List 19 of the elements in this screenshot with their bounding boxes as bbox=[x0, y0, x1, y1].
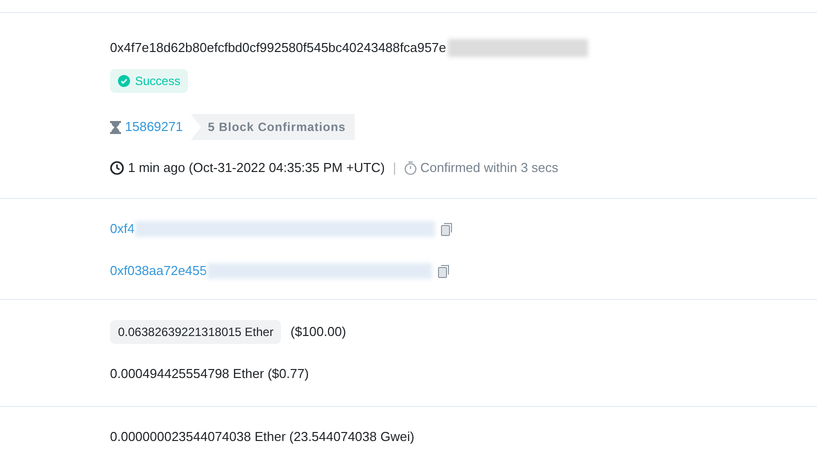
confirmations-badge: 5 Block Confirmations bbox=[190, 114, 355, 140]
check-circle-icon bbox=[118, 75, 130, 87]
clock-icon bbox=[110, 161, 124, 175]
hourglass-icon bbox=[110, 120, 121, 134]
value-badge: 0.06382639221318015 Ether bbox=[110, 320, 282, 344]
stopwatch-icon bbox=[404, 161, 418, 175]
copy-icon[interactable] bbox=[440, 222, 452, 236]
timestamp-text: 1 min ago (Oct-31-2022 04:35:35 PM +UTC) bbox=[128, 159, 385, 178]
address-link[interactable]: 0xf038aa72e455 bbox=[110, 261, 207, 281]
gas-price-text: 0.000000023544074038 Ether (23.544074038 Gwei) bbox=[110, 428, 414, 444]
copy-icon[interactable] bbox=[438, 264, 449, 278]
transaction-hash: 0x4f7e18d62b80efcfbd0cf992580f545bc40243488fca957e bbox=[110, 39, 446, 58]
value-usd-text: ($100.00) bbox=[290, 323, 346, 342]
transaction-fee-text: 0.000494425554798 Ether ($0.77) bbox=[110, 365, 309, 383]
confirmed-time-text: Confirmed within 3 secs bbox=[420, 159, 558, 178]
separator-text: | bbox=[392, 159, 396, 178]
block-number-link[interactable]: 15869271 bbox=[125, 117, 183, 137]
status-badge: Success bbox=[110, 69, 188, 93]
address-link[interactable]: 0xf4 bbox=[110, 219, 135, 239]
